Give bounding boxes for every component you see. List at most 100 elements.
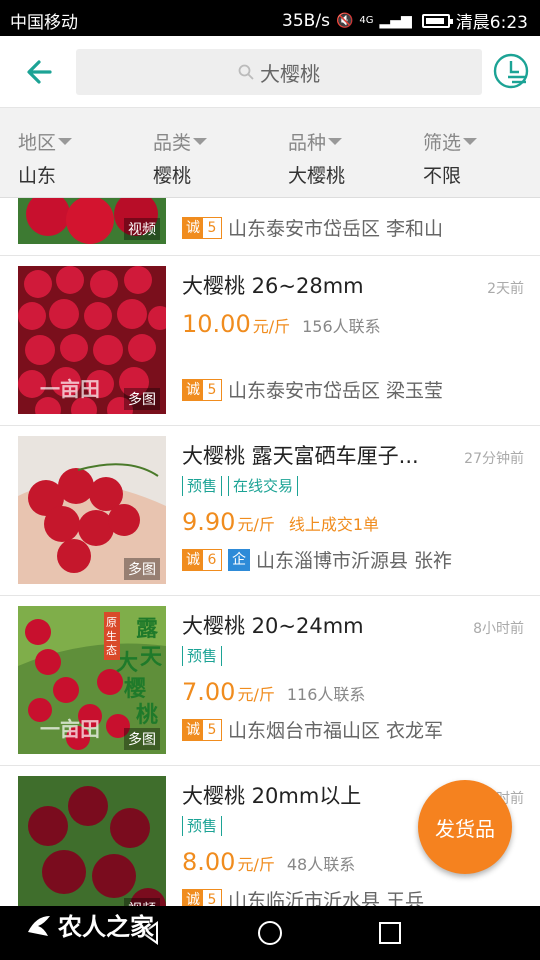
media-type-badge: 多图: [124, 558, 160, 580]
price-row: 8.00 元/斤 48人联系: [182, 848, 355, 876]
contact-count: 48人联系: [286, 855, 356, 874]
clock: 清晨6:23: [455, 13, 528, 33]
tag-presale: 预售: [182, 816, 223, 836]
search-input[interactable]: 大樱桃: [76, 49, 482, 95]
filter-value: 大樱桃: [288, 165, 346, 187]
svg-text:桃: 桃: [136, 703, 158, 728]
svg-text:天: 天: [140, 645, 163, 670]
filter-variety[interactable]: 品种 大樱桃: [288, 128, 345, 188]
filter-value: 不限: [423, 165, 462, 187]
network-type: 4G: [359, 15, 374, 26]
network-speed: 35B/s: [282, 10, 330, 31]
dropdown-triangle-icon: [463, 138, 478, 145]
listing-title: 大樱桃 20~24mm: [182, 614, 364, 638]
listing-item[interactable]: 多图 大樱桃 露天富硒车厘子... 27分钟前 预售 在线交易 9.90 元/斤…: [0, 426, 540, 596]
image-watermark: 一亩田: [40, 717, 100, 741]
listing-item[interactable]: 一亩田 多图 大樱桃 26~28mm 2天前 10.00 元/斤 156人联系 …: [0, 256, 540, 426]
media-type-badge: 视频: [124, 898, 160, 906]
media-type-badge: 多图: [124, 388, 160, 410]
post-time: 8小时前: [473, 621, 524, 637]
price-unit: 元/斤: [237, 685, 275, 704]
seller-location: 山东泰安市岱岳区 李和山: [228, 218, 444, 240]
history-clock-icon[interactable]: [492, 52, 530, 90]
seller-location: 山东临沂市沂水县 王兵: [228, 890, 425, 906]
status-bar: 中国移动 35B/s 🔇 4G ▂▄▆ 清晨6:23: [0, 0, 540, 36]
filter-region[interactable]: 地区 山东: [18, 128, 73, 188]
credit-badge: 诚5: [182, 216, 222, 239]
credit-badge: 诚5: [182, 378, 222, 401]
dropdown-triangle-icon: [58, 138, 73, 145]
signal-icon: ▂▄▆: [379, 12, 412, 29]
media-type-badge: 视频: [124, 218, 160, 240]
carrier-name: 中国移动: [10, 13, 78, 33]
tag-row: 预售: [182, 646, 223, 666]
listing-image: 多图: [18, 436, 166, 584]
listing-image: 视频: [18, 776, 166, 906]
credit-badge: 诚5: [182, 718, 222, 741]
tag-presale: 预售: [182, 646, 223, 666]
seller-location: 山东烟台市福山区 衣龙军: [228, 720, 444, 742]
contact-count: 116人联系: [286, 685, 366, 704]
media-type-badge: 多图: [124, 728, 160, 750]
seller-location-row: 诚6 企 山东淄博市沂源县 张祚: [182, 546, 452, 573]
nav-home-icon[interactable]: [257, 920, 283, 946]
svg-text:原: 原: [106, 616, 117, 629]
seller-location: 山东淄博市沂源县 张祚: [256, 550, 453, 572]
filter-value: 樱桃: [153, 165, 192, 187]
publish-goods-button[interactable]: 发货品: [418, 780, 512, 874]
credit-badge: 诚6: [182, 548, 222, 571]
seller-location: 山东泰安市岱岳区 梁玉莹: [228, 380, 444, 402]
search-query: 大樱桃: [260, 61, 320, 86]
header-bar: 大樱桃: [0, 36, 540, 108]
status-indicators: 35B/s 🔇 4G ▂▄▆ 清晨6:23: [282, 8, 528, 34]
nav-recents-icon[interactable]: [377, 920, 403, 946]
filter-label: 筛选: [423, 132, 462, 154]
image-calligraphy: 露: [136, 617, 159, 642]
brand-name: 农人之家: [58, 913, 154, 941]
filter-value: 山东: [18, 165, 57, 187]
price-value: 9.90: [182, 508, 236, 536]
listing-item[interactable]: 视频 诚5 山东泰安市岱岳区 李和山: [0, 198, 540, 256]
seller-location-row: 诚5 山东烟台市福山区 衣龙军: [182, 716, 443, 743]
tag-presale: 预售: [182, 476, 223, 496]
mute-icon: 🔇: [335, 12, 354, 29]
filter-label: 地区: [18, 132, 57, 154]
post-time: 2天前: [487, 281, 524, 297]
dropdown-triangle-icon: [328, 138, 343, 145]
listing-image: 一亩田 多图: [18, 266, 166, 414]
listing-title: 大樱桃 26~28mm: [182, 274, 364, 298]
credit-badge: 诚5: [182, 888, 222, 906]
seller-location-row: 诚5 山东临沂市沂水县 王兵: [182, 886, 424, 906]
deal-count: 线上成交1单: [288, 515, 380, 534]
post-time: 27分钟前: [464, 451, 524, 467]
listing-item[interactable]: 露 天 大 樱 桃 原 生 态 一亩田 多图 大樱桃 20~24mm 8小时前 …: [0, 596, 540, 766]
tag-row: 预售 在线交易: [182, 476, 299, 496]
price-value: 7.00: [182, 678, 236, 706]
cherry-photo: [18, 776, 166, 906]
filter-category[interactable]: 品类 樱桃: [153, 128, 208, 188]
filter-more[interactable]: 筛选 不限: [423, 128, 478, 188]
listing-image: 视频: [18, 198, 166, 244]
seller-location-row: 诚5 山东泰安市岱岳区 李和山: [182, 214, 443, 241]
svg-text:生: 生: [106, 629, 117, 643]
price-unit: 元/斤: [252, 317, 291, 336]
svg-text:态: 态: [106, 644, 117, 657]
filter-label: 品类: [153, 132, 192, 154]
price-unit: 元/斤: [237, 515, 275, 534]
tag-online-trade: 在线交易: [228, 476, 299, 496]
brand-watermark: 农人之家: [24, 907, 154, 942]
back-arrow-icon[interactable]: [22, 54, 58, 90]
price-row: 9.90 元/斤 线上成交1单: [182, 508, 379, 536]
price-row: 7.00 元/斤 116人联系: [182, 678, 365, 706]
filter-label: 品种: [288, 132, 327, 154]
brand-logo-icon: [28, 915, 50, 936]
filter-bar: 地区 山东 品类 樱桃 品种 大樱桃 筛选 不限: [0, 108, 540, 198]
listing-image: 露 天 大 樱 桃 原 生 态 一亩田 多图: [18, 606, 166, 754]
listing-title: 大樱桃 露天富硒车厘子...: [182, 444, 419, 468]
tag-row: 预售: [182, 816, 223, 836]
battery-icon: [421, 13, 453, 28]
enterprise-badge: 企: [228, 548, 250, 571]
image-watermark: 一亩田: [40, 377, 100, 401]
seller-location-row: 诚5 山东泰安市岱岳区 梁玉莹: [182, 376, 443, 403]
price-value: 10.00: [182, 310, 251, 338]
